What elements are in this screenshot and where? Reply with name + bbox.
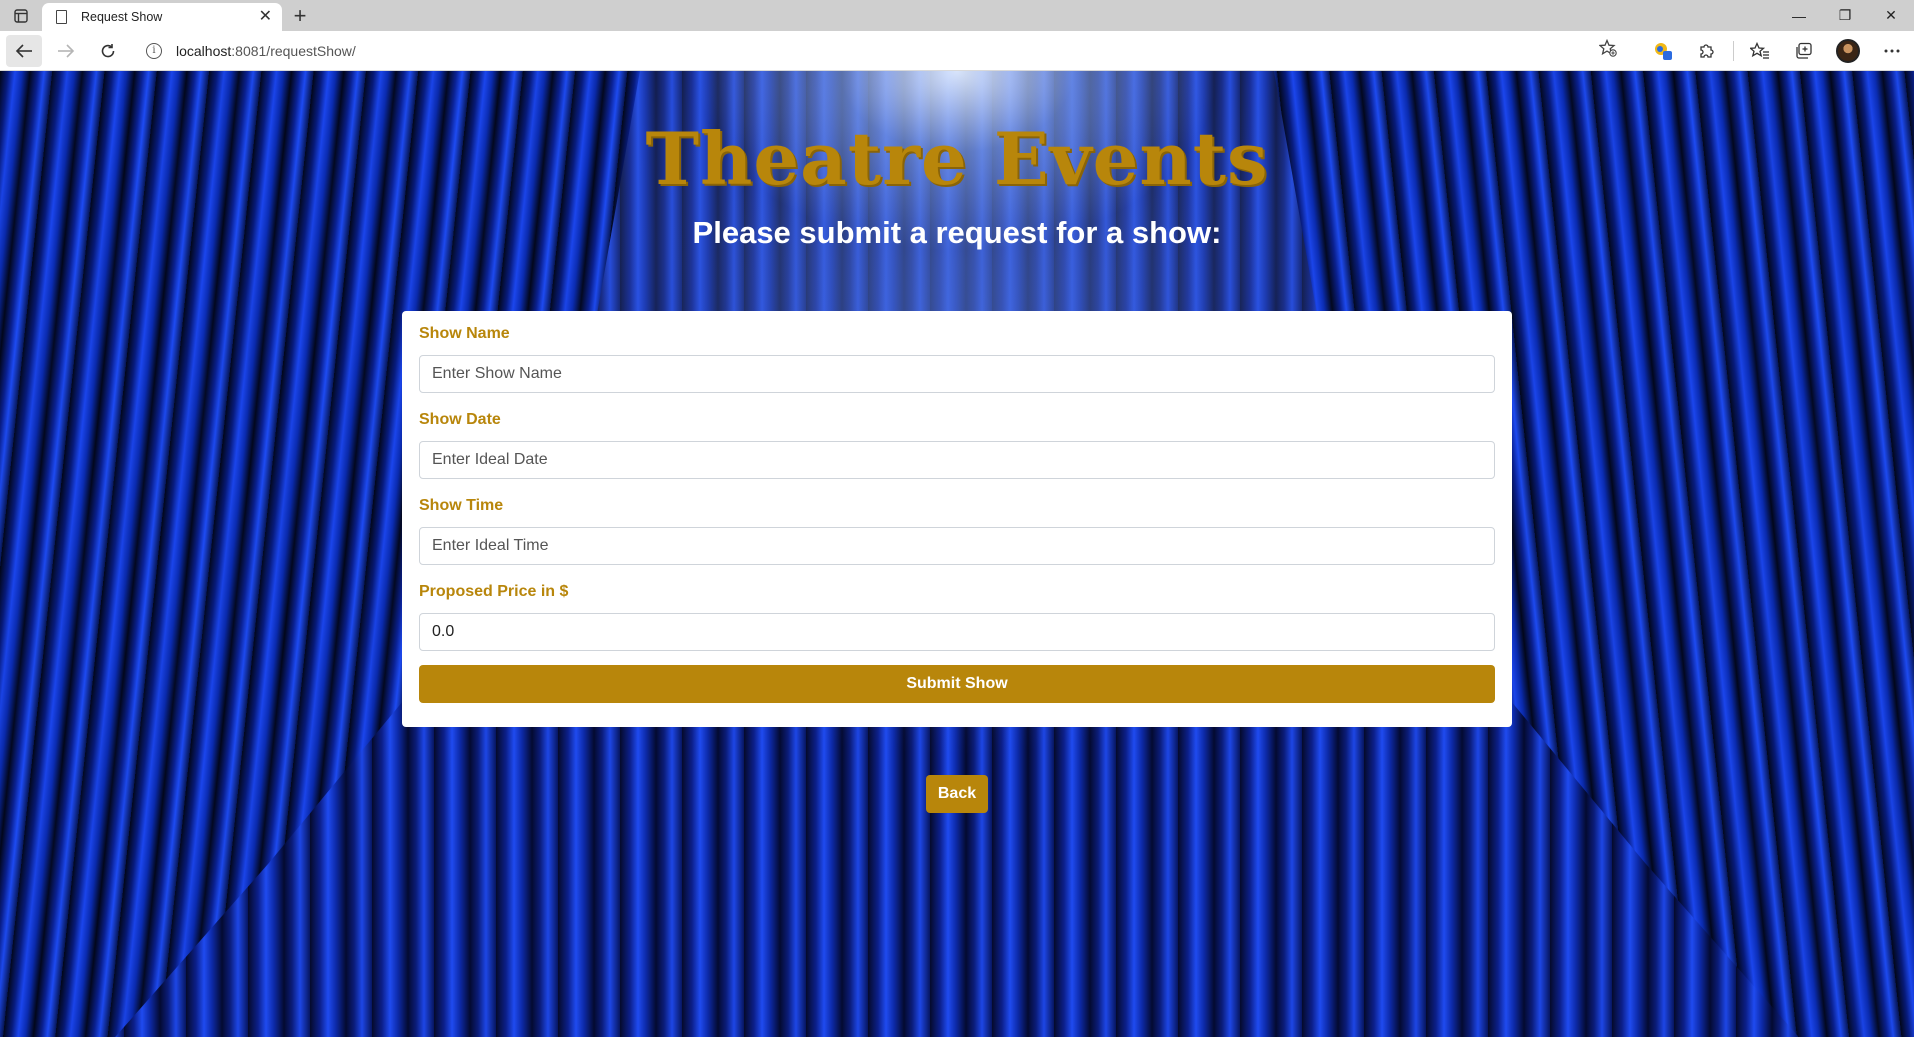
favorites-icon[interactable] bbox=[1738, 35, 1782, 67]
new-tab-button[interactable]: + bbox=[282, 0, 318, 31]
back-arrow-icon bbox=[15, 43, 32, 58]
url-field[interactable]: i localhost:8081/requestShow/ bbox=[136, 34, 1629, 67]
extension-app-icon bbox=[1655, 42, 1672, 60]
show-time-input[interactable] bbox=[419, 527, 1495, 565]
page-viewport: Theatre Events Please submit a request f… bbox=[0, 71, 1914, 1037]
show-date-input[interactable] bbox=[419, 441, 1495, 479]
toolbar-divider bbox=[1733, 40, 1734, 61]
show-date-label: Show Date bbox=[419, 411, 501, 428]
star-add-icon[interactable] bbox=[1598, 38, 1617, 62]
forward-arrow-icon bbox=[58, 43, 75, 58]
puzzle-glyph bbox=[1700, 43, 1714, 58]
restore-button[interactable]: ❐ bbox=[1822, 0, 1868, 31]
profile-button[interactable] bbox=[1826, 35, 1870, 67]
show-name-label: Show Name bbox=[419, 325, 510, 342]
page-content: Theatre Events Please submit a request f… bbox=[0, 71, 1914, 1037]
proposed-price-input[interactable] bbox=[419, 613, 1495, 651]
favorites-glyph bbox=[1750, 41, 1769, 59]
browser-tab-bar: Request Show ✕ + — ❐ ✕ bbox=[0, 0, 1914, 31]
puzzle-icon[interactable] bbox=[1685, 35, 1729, 67]
tab-close-icon[interactable]: ✕ bbox=[259, 9, 272, 25]
back-page-button[interactable]: Back bbox=[926, 775, 988, 813]
page-icon bbox=[56, 10, 67, 24]
collections-icon[interactable] bbox=[1782, 35, 1826, 67]
minimize-button[interactable]: — bbox=[1776, 0, 1822, 31]
star-add-glyph bbox=[1598, 38, 1617, 57]
page-subtitle: Please submit a request for a show: bbox=[692, 215, 1222, 250]
more-icon[interactable] bbox=[1870, 35, 1914, 67]
info-icon[interactable]: i bbox=[146, 42, 162, 59]
proposed-price-label: Proposed Price in $ bbox=[419, 583, 569, 600]
submit-show-button[interactable]: Submit Show bbox=[419, 665, 1495, 703]
browser-tab-active[interactable]: Request Show ✕ bbox=[42, 3, 282, 31]
back-button[interactable] bbox=[6, 34, 42, 67]
refresh-button[interactable] bbox=[90, 35, 126, 67]
close-window-button[interactable]: ✕ bbox=[1868, 0, 1914, 31]
forward-button[interactable] bbox=[48, 35, 84, 67]
extension-button[interactable] bbox=[1641, 35, 1685, 67]
url-path: :8081/requestShow/ bbox=[231, 42, 356, 59]
window-controls: — ❐ ✕ bbox=[1776, 0, 1914, 31]
tab-actions-button[interactable] bbox=[0, 0, 42, 31]
more-glyph bbox=[1884, 49, 1900, 52]
tab-actions-icon bbox=[14, 8, 28, 23]
request-show-form: Show Name Show Date Show Time Proposed P… bbox=[402, 311, 1512, 727]
show-name-input[interactable] bbox=[419, 355, 1495, 393]
url-host: localhost bbox=[176, 42, 232, 59]
collections-glyph bbox=[1796, 42, 1812, 59]
show-time-label: Show Time bbox=[419, 497, 504, 514]
browser-address-bar: i localhost:8081/requestShow/ bbox=[0, 31, 1914, 71]
page-title: Theatre Events bbox=[645, 116, 1269, 201]
avatar bbox=[1836, 38, 1860, 63]
tab-title: Request Show bbox=[81, 10, 163, 24]
refresh-icon bbox=[101, 43, 115, 57]
